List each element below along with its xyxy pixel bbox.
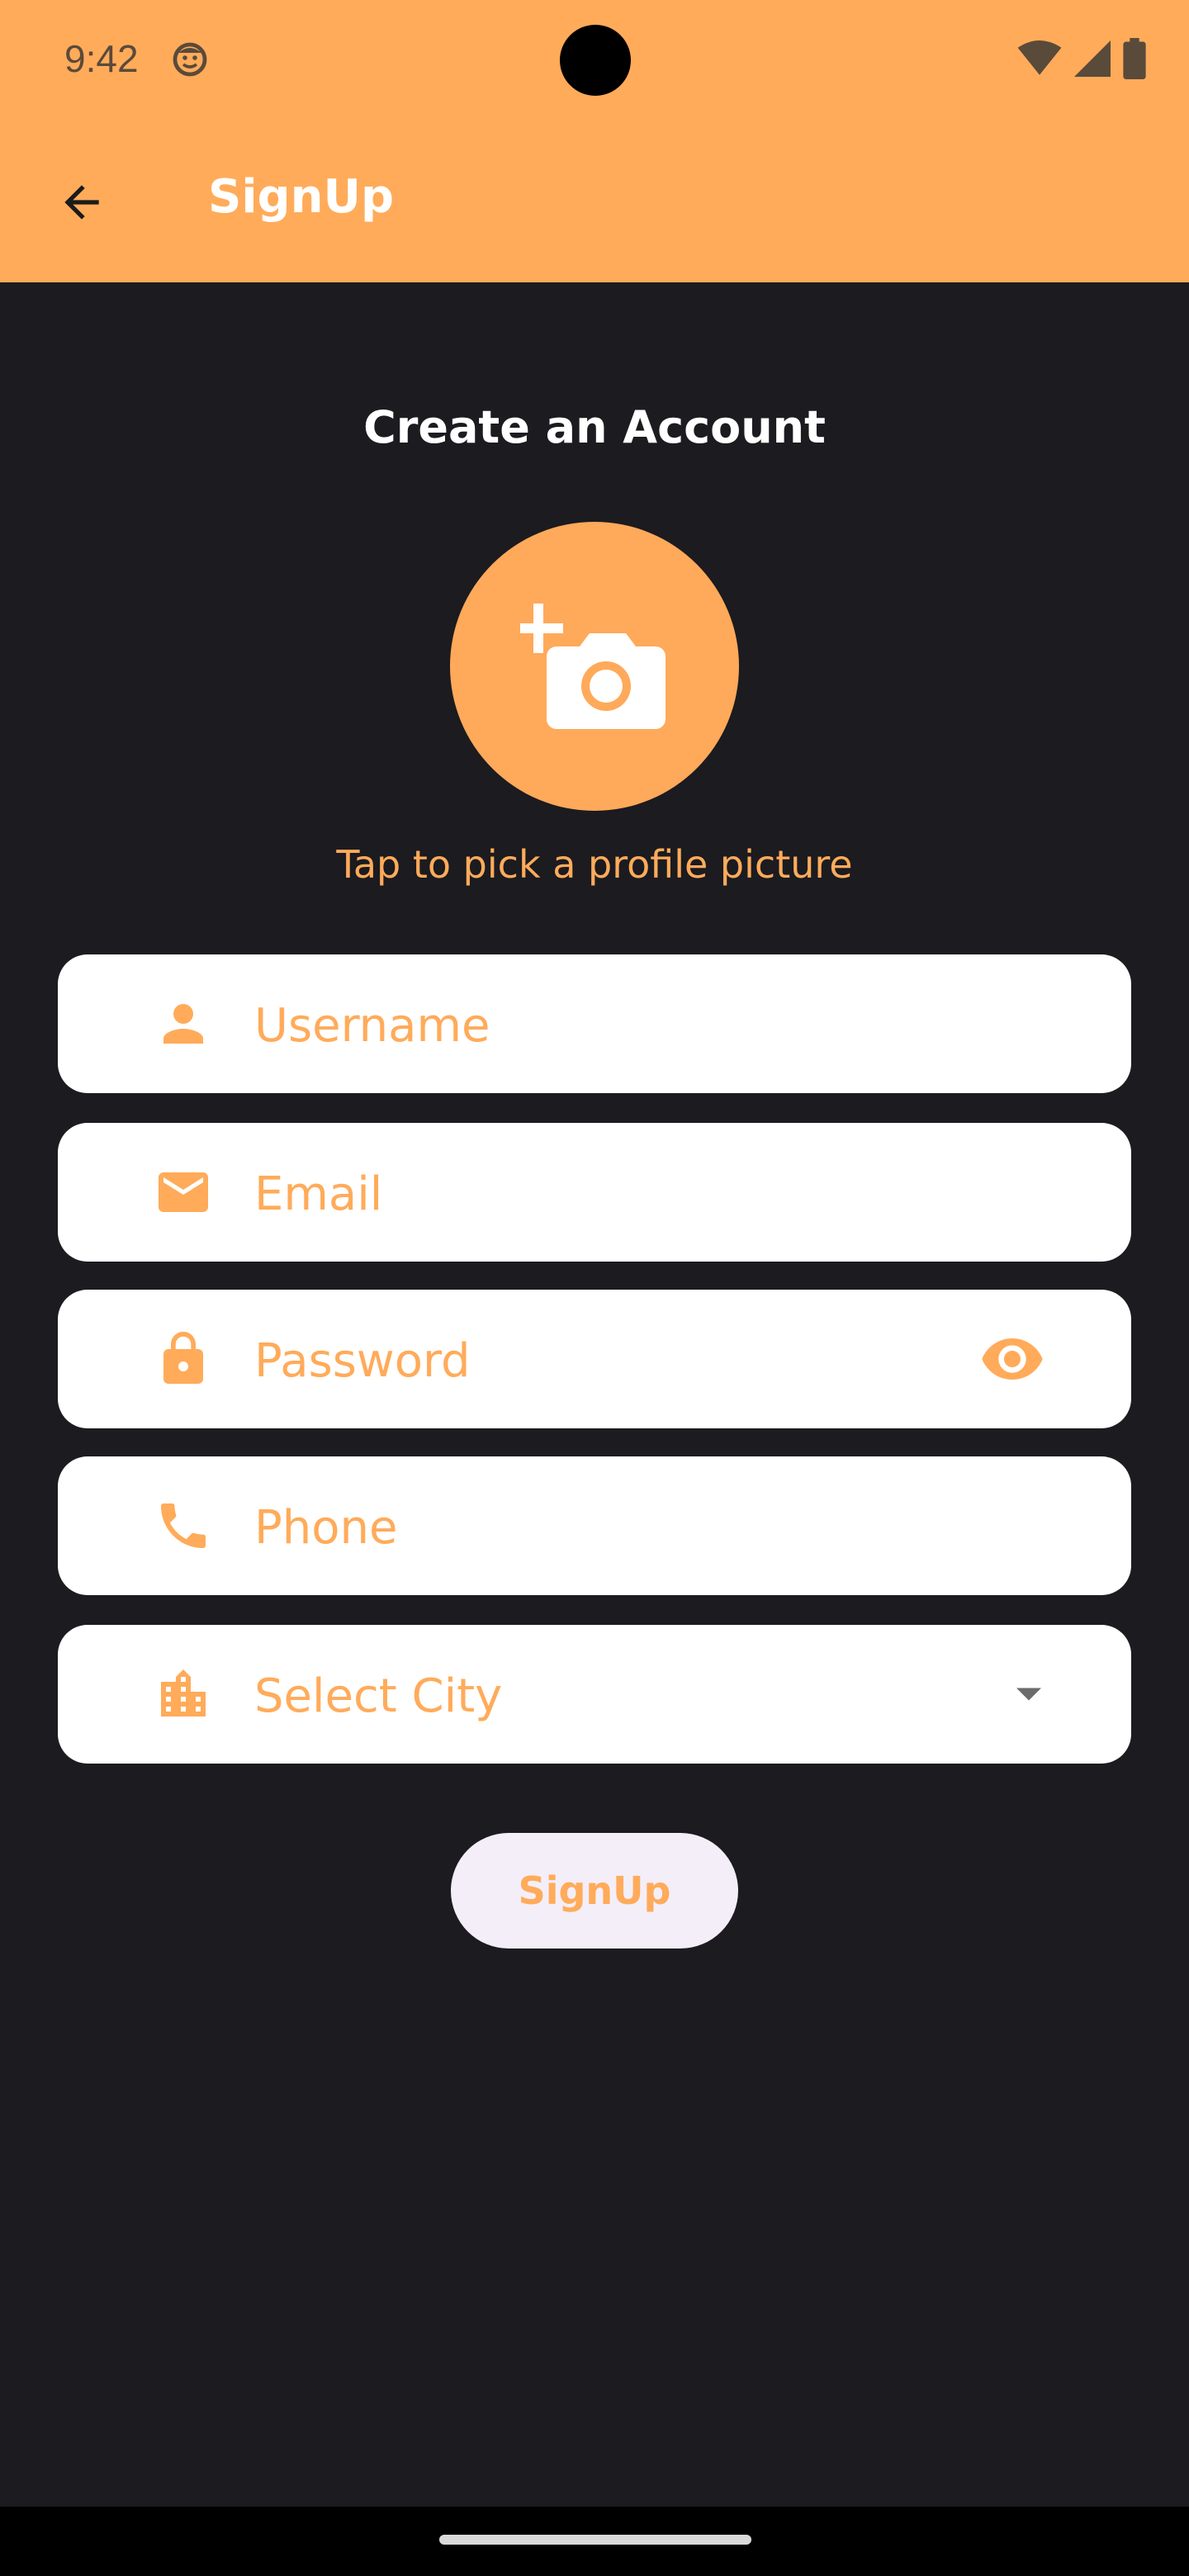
person-icon <box>163 1004 203 1044</box>
city-select[interactable]: Select City <box>58 1625 1131 1764</box>
status-icons <box>1017 38 1146 79</box>
arrow-back-icon <box>64 185 99 220</box>
page-title: SignUp <box>208 170 395 224</box>
username-input[interactable]: Username <box>254 999 490 1053</box>
status-time: 9:42 <box>64 37 139 80</box>
password-input[interactable]: Password <box>254 1334 471 1388</box>
add-a-photo-icon <box>520 604 666 729</box>
mail-icon <box>159 1172 208 1212</box>
eye-icon <box>982 1338 1043 1380</box>
email-input[interactable]: Email <box>254 1167 382 1221</box>
dropdown-arrow-icon <box>1016 1688 1041 1701</box>
cellular-signal-icon <box>1074 40 1111 77</box>
username-field[interactable]: Username <box>58 954 1131 1093</box>
signup-screen: 9:42 SignUp Create an Account Tap to pic… <box>0 0 1189 2576</box>
password-field[interactable]: Password <box>58 1290 1131 1428</box>
signup-button-label: SignUp <box>518 1868 671 1913</box>
toggle-password-visibility[interactable] <box>979 1326 1045 1392</box>
form-heading: Create an Account <box>363 401 826 453</box>
profile-picture-hint: Tap to pick a profile picture <box>336 842 853 887</box>
city-selected-value[interactable]: Select City <box>254 1669 502 1723</box>
lock-icon <box>163 1332 203 1384</box>
battery-icon <box>1123 38 1146 79</box>
phone-input[interactable]: Phone <box>254 1501 397 1555</box>
email-field[interactable]: Email <box>58 1123 1131 1262</box>
camera-cutout <box>560 25 631 96</box>
gesture-handle[interactable] <box>439 2535 751 2545</box>
notification-face-icon <box>173 42 207 77</box>
phone-field[interactable]: Phone <box>58 1456 1131 1595</box>
phone-icon <box>161 1503 206 1548</box>
app-bar: 9:42 SignUp <box>0 0 1189 282</box>
wifi-icon <box>1017 40 1062 75</box>
location-city-icon <box>161 1669 206 1717</box>
profile-picture-picker[interactable] <box>450 522 739 811</box>
signup-button[interactable]: SignUp <box>451 1833 738 1949</box>
back-button[interactable] <box>45 165 119 239</box>
city-dropdown-toggle[interactable] <box>996 1661 1062 1727</box>
